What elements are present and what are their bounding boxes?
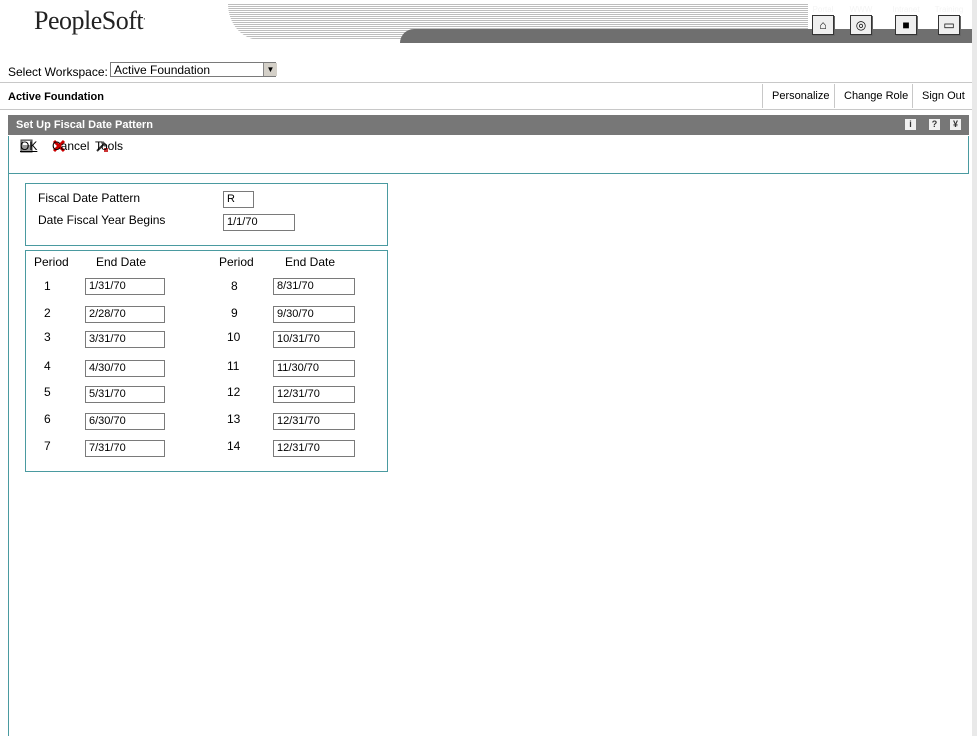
end-date-header-left: End Date xyxy=(96,255,147,269)
peoplesoft-logo: PeopleSoft. xyxy=(34,6,146,35)
nav-intranet-button[interactable]: Intranet ■ xyxy=(888,4,924,35)
period-number: 9 xyxy=(231,306,238,320)
end-date-field[interactable]: 2/28/70 xyxy=(85,306,165,323)
period-number: 11 xyxy=(227,359,240,373)
end-date-field[interactable]: 3/31/70 xyxy=(85,331,165,348)
end-date-field[interactable]: 6/30/70 xyxy=(85,413,165,430)
period-number: 2 xyxy=(44,306,51,320)
tools-label: Tools xyxy=(95,139,124,153)
period-number: 13 xyxy=(227,412,241,426)
end-date-field[interactable]: 11/30/70 xyxy=(273,360,355,377)
change-role-link[interactable]: Change Role xyxy=(834,84,917,108)
period-header-left: Period xyxy=(34,255,69,269)
personalize-link[interactable]: Personalize xyxy=(762,84,838,108)
tools-button[interactable]: Tools xyxy=(95,139,123,156)
cancel-button[interactable]: Cancel xyxy=(52,139,89,156)
monitor-icon[interactable]: ▭ xyxy=(938,15,960,35)
period-number: 7 xyxy=(44,439,51,453)
end-date-field[interactable]: 12/31/70 xyxy=(273,413,355,430)
period-number: 12 xyxy=(227,385,241,399)
nav-training-button[interactable]: Training ▭ xyxy=(931,4,967,35)
end-date-field[interactable]: 4/30/70 xyxy=(85,360,165,377)
begin-date-field[interactable]: 1/1/70 xyxy=(223,214,295,231)
nav-portal-label: Portal xyxy=(812,5,834,14)
nav-intranet-label: Intranet xyxy=(892,5,920,14)
dropdown-arrow-icon[interactable]: ▼ xyxy=(263,63,277,76)
period-number: 1 xyxy=(44,279,51,293)
end-date-field[interactable]: 1/31/70 xyxy=(85,278,165,295)
end-date-field[interactable]: 9/30/70 xyxy=(273,306,355,323)
period-number: 6 xyxy=(44,412,51,426)
info-icon[interactable]: i xyxy=(905,119,916,130)
period-number: 14 xyxy=(227,439,241,453)
nav-www-label: WWW xyxy=(849,5,873,14)
book-icon[interactable]: ■ xyxy=(895,15,917,35)
period-number: 10 xyxy=(227,330,241,344)
end-date-field[interactable]: 12/31/70 xyxy=(273,440,355,457)
sign-out-link[interactable]: Sign Out xyxy=(912,84,974,108)
page-title: Active Foundation xyxy=(8,91,104,103)
pattern-label: Fiscal Date Pattern xyxy=(38,191,141,205)
workspace-select[interactable]: Active Foundation xyxy=(110,62,276,77)
form-toolbar xyxy=(8,136,969,174)
nav-portal-button[interactable]: Portal ⌂ xyxy=(805,4,841,35)
end-date-field[interactable]: 10/31/70 xyxy=(273,331,355,348)
home-icon[interactable]: ⌂ xyxy=(812,15,834,35)
pattern-group: Fiscal Date Pattern R Date Fiscal Year B… xyxy=(25,183,388,246)
pattern-field[interactable]: R xyxy=(223,191,254,208)
periods-grid: Period End Date Period End Date 1 1/31/7… xyxy=(25,250,388,472)
period-number: 4 xyxy=(44,359,51,373)
period-number: 3 xyxy=(44,330,51,344)
period-number: 5 xyxy=(44,385,51,399)
workspace-label: Select Workspace: xyxy=(8,65,108,79)
end-date-field[interactable]: 8/31/70 xyxy=(273,278,355,295)
end-date-header-right: End Date xyxy=(285,255,336,269)
collapse-icon[interactable]: ¥ xyxy=(950,119,961,130)
ok-button[interactable]: OK xyxy=(20,139,37,156)
period-number: 8 xyxy=(231,279,238,293)
cancel-label: Cancel xyxy=(52,139,90,153)
help-icon[interactable]: ? xyxy=(929,119,940,130)
end-date-field[interactable]: 7/31/70 xyxy=(85,440,165,457)
form-title: Set Up Fiscal Date Pattern xyxy=(8,115,969,135)
window-scrollbar[interactable] xyxy=(972,0,977,736)
globe-icon[interactable]: ◎ xyxy=(850,15,872,35)
period-header-right: Period xyxy=(219,255,254,269)
begin-label: Date Fiscal Year Begins xyxy=(38,213,166,227)
ok-label: OK xyxy=(20,139,38,153)
nav-training-label: Training xyxy=(934,5,964,14)
end-date-field[interactable]: 5/31/70 xyxy=(85,386,165,403)
end-date-field[interactable]: 12/31/70 xyxy=(273,386,355,403)
nav-www-button[interactable]: WWW ◎ xyxy=(843,4,879,35)
